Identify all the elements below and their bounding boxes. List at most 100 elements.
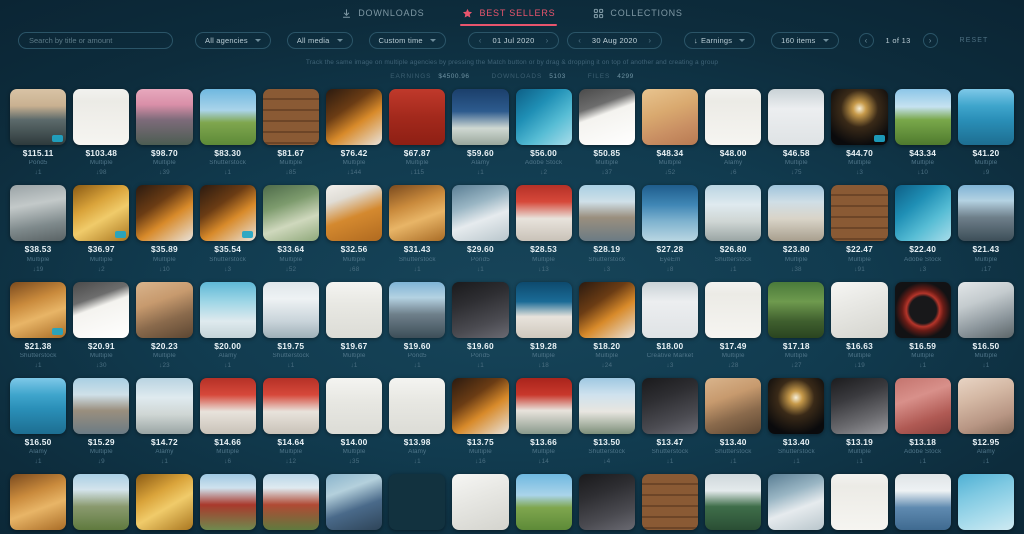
tile-thumbnail[interactable] (957, 185, 1014, 242)
tile-thumbnail[interactable] (325, 377, 383, 434)
best-seller-tile[interactable]: $9.87Getty / iStock↓4 (957, 474, 1014, 534)
time-filter-dropdown[interactable]: Custom time (368, 31, 446, 49)
best-seller-tile[interactable]: $11.80Multiple↓7 (262, 474, 319, 534)
best-seller-tile[interactable]: $12.95 Alamy ↓1 (957, 377, 1014, 466)
best-seller-tile[interactable]: $10.00Pond5↓1 (894, 474, 951, 534)
tile-thumbnail[interactable] (894, 89, 951, 146)
best-seller-tile[interactable]: $33.64 Multiple ↓52 (262, 185, 319, 273)
best-seller-tile[interactable]: $10.82Multiple↓19 (452, 474, 509, 534)
tile-thumbnail[interactable] (705, 474, 762, 531)
best-seller-tile[interactable]: $22.40 Adobe Stock ↓3 (894, 185, 951, 273)
tile-thumbnail[interactable] (705, 377, 762, 434)
tile-thumbnail[interactable] (10, 89, 67, 146)
tile-thumbnail[interactable] (705, 185, 762, 242)
tile-thumbnail[interactable] (262, 89, 319, 146)
tile-thumbnail[interactable] (515, 474, 572, 531)
tile-thumbnail[interactable] (641, 281, 699, 338)
tile-thumbnail[interactable] (389, 281, 446, 338)
date-to-selector[interactable]: ‹ 30 Aug 2020 › (567, 31, 663, 49)
tile-thumbnail[interactable] (10, 185, 67, 242)
tile-thumbnail[interactable] (452, 281, 509, 338)
tile-thumbnail[interactable] (957, 377, 1014, 434)
best-seller-tile[interactable]: $21.43 Multiple ↓17 (957, 185, 1014, 273)
best-seller-tile[interactable]: $26.80 Shutterstock ↓1 (705, 185, 762, 273)
tile-thumbnail[interactable] (136, 474, 193, 531)
best-seller-tile[interactable]: $14.64 Multiple ↓12 (262, 377, 319, 466)
best-seller-tile[interactable]: $46.58 Multiple ↓75 (768, 89, 825, 177)
tile-thumbnail[interactable] (831, 377, 888, 434)
best-seller-tile[interactable]: $10.23Multiple↓6 (768, 474, 825, 534)
tile-thumbnail[interactable] (957, 474, 1014, 531)
best-seller-tile[interactable]: $13.66 Multiple ↓14 (515, 377, 572, 466)
best-seller-tile[interactable]: $13.75 Multiple ↓16 (452, 377, 509, 466)
best-seller-tile[interactable]: $76.42 Multiple ↓144 (325, 89, 383, 177)
best-seller-tile[interactable]: $28.53 Multiple ↓13 (515, 185, 572, 273)
tile-thumbnail[interactable] (705, 89, 762, 146)
tile-thumbnail[interactable] (262, 474, 319, 531)
tile-thumbnail[interactable] (894, 474, 951, 531)
tile-thumbnail[interactable] (262, 281, 319, 338)
tile-thumbnail[interactable] (452, 89, 509, 146)
nav-tab-collections[interactable]: COLLECTIONS (591, 3, 684, 25)
tile-thumbnail[interactable] (325, 89, 383, 146)
best-seller-tile[interactable]: $10.26Getty / iStock↓2 (705, 474, 762, 534)
best-seller-tile[interactable]: $14.00 Multiple ↓35 (325, 377, 383, 466)
tile-thumbnail[interactable] (262, 377, 319, 434)
best-seller-tile[interactable]: $15.29 Multiple ↓9 (73, 377, 130, 466)
tile-thumbnail[interactable] (389, 185, 446, 242)
tile-thumbnail[interactable] (325, 281, 383, 338)
tile-thumbnail[interactable] (894, 281, 951, 338)
page-next-button[interactable]: › (922, 32, 938, 48)
tile-thumbnail[interactable] (515, 89, 572, 146)
tile-thumbnail[interactable] (578, 185, 635, 242)
tile-thumbnail[interactable] (10, 377, 67, 434)
tile-thumbnail[interactable] (10, 281, 67, 338)
tile-thumbnail[interactable] (515, 377, 572, 434)
tile-thumbnail[interactable] (199, 185, 256, 242)
best-seller-tile[interactable]: $20.91 Multiple ↓30 (73, 281, 130, 370)
best-seller-tile[interactable]: $18.00 Creative Market ↓3 (641, 281, 699, 370)
best-seller-tile[interactable]: $23.80 Multiple ↓38 (768, 185, 825, 273)
best-seller-tile[interactable]: $21.38 Shutterstock ↓1 (10, 281, 67, 370)
best-seller-tile[interactable]: $48.00 Alamy ↓6 (705, 89, 762, 177)
media-filter-dropdown[interactable]: All media (286, 31, 353, 49)
tile-thumbnail[interactable] (578, 377, 635, 434)
best-seller-tile[interactable]: $27.28 EyeEm ↓8 (641, 185, 699, 273)
tile-thumbnail[interactable] (136, 281, 193, 338)
date-from-selector[interactable]: ‹ 01 Jul 2020 › (467, 31, 560, 49)
best-seller-tile[interactable]: $43.34 Multiple ↓10 (894, 89, 951, 177)
best-seller-tile[interactable]: $13.40 Shutterstock ↓1 (768, 377, 825, 466)
best-seller-tile[interactable]: $32.56 Multiple ↓68 (325, 185, 383, 273)
best-seller-tile[interactable]: $16.63 Multiple ↓19 (831, 281, 888, 370)
tile-thumbnail[interactable] (768, 377, 825, 434)
tile-thumbnail[interactable] (957, 89, 1014, 146)
best-seller-tile[interactable]: $13.98 Alamy ↓1 (389, 377, 446, 466)
best-seller-tile[interactable]: $50.85 Multiple ↓37 (578, 89, 635, 177)
best-seller-tile[interactable]: $19.75 Shutterstock ↓1 (262, 281, 319, 370)
tile-thumbnail[interactable] (641, 89, 699, 146)
best-seller-tile[interactable]: $38.53 Multiple ↓19 (10, 185, 67, 273)
tile-thumbnail[interactable] (73, 89, 130, 146)
best-seller-tile[interactable]: $13.47 Shutterstock ↓1 (641, 377, 699, 466)
tile-thumbnail[interactable] (957, 281, 1014, 338)
tile-thumbnail[interactable] (389, 474, 446, 531)
search-input[interactable] (29, 35, 162, 45)
tile-thumbnail[interactable] (641, 185, 699, 242)
tile-thumbnail[interactable] (831, 89, 888, 146)
best-seller-tile[interactable]: $10.78Alamy↓1 (578, 474, 635, 534)
best-seller-tile[interactable]: $13.50 Shutterstock ↓4 (578, 377, 635, 466)
nav-tab-best-sellers[interactable]: BEST SELLERS (460, 3, 558, 26)
best-seller-tile[interactable]: $20.23 Multiple ↓23 (136, 281, 193, 370)
best-seller-tile[interactable]: $20.00 Alamy ↓1 (199, 281, 256, 370)
best-seller-tile[interactable]: $10.96Getty / iStock↓2 (389, 474, 446, 534)
tile-thumbnail[interactable] (831, 474, 888, 531)
tile-thumbnail[interactable] (578, 474, 635, 531)
date-from-next-icon[interactable]: › (542, 36, 553, 45)
page-prev-button[interactable]: ‹ (858, 32, 874, 48)
best-seller-tile[interactable]: $48.34 Multiple ↓52 (641, 89, 699, 177)
tile-thumbnail[interactable] (136, 185, 193, 242)
tile-thumbnail[interactable] (894, 377, 951, 434)
best-seller-tile[interactable]: $103.48 Multiple ↓98 (73, 89, 130, 177)
sort-dropdown[interactable]: ↓ Earnings (684, 31, 756, 49)
best-seller-tile[interactable]: $81.67 Multiple ↓85 (262, 89, 319, 177)
